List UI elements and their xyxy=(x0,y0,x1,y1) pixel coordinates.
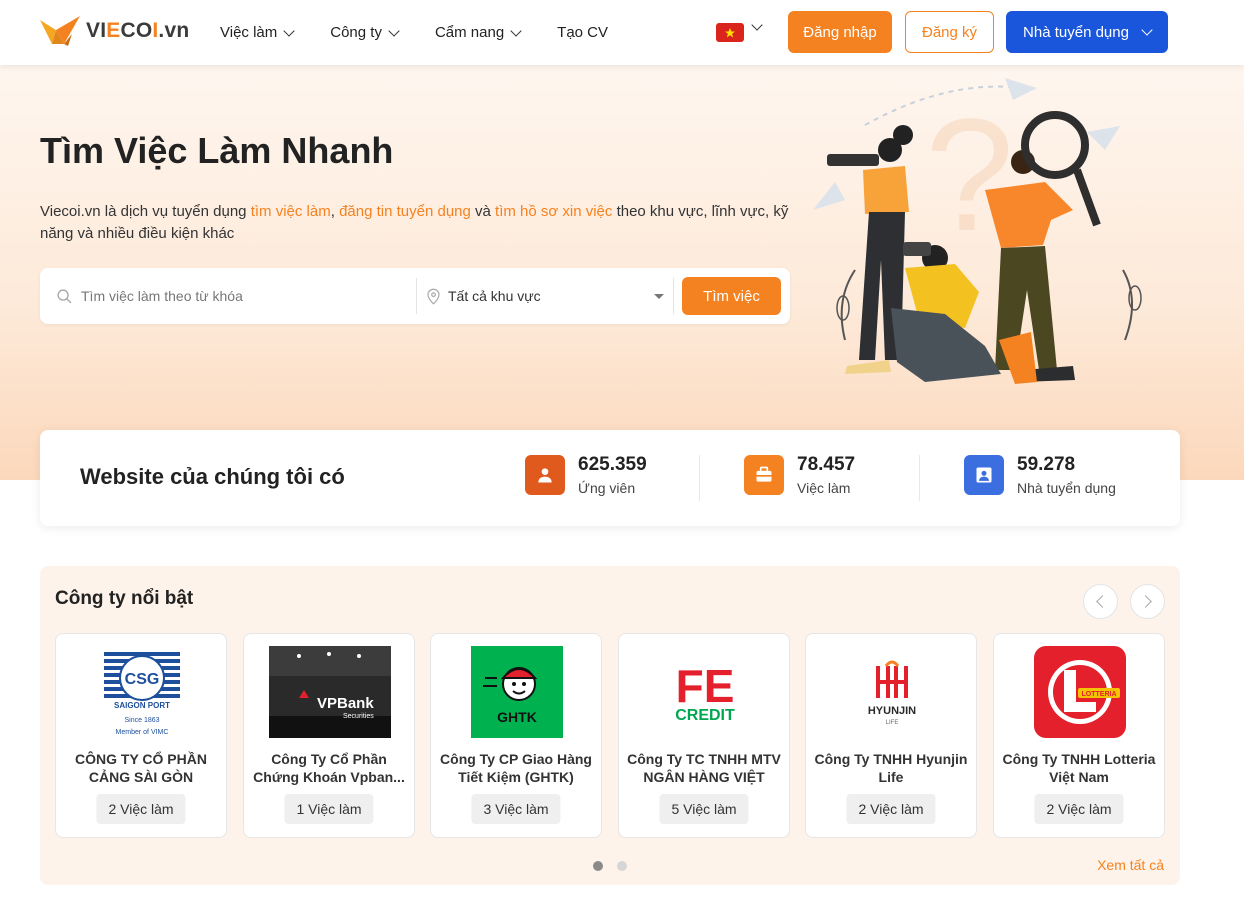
vpbank-securities-logo: VPBank Securities xyxy=(269,646,391,738)
company-card[interactable]: CSG SAIGON PORT Since 1863 Member of VIM… xyxy=(55,633,227,838)
vietnam-flag-icon[interactable] xyxy=(716,23,744,42)
company-name: Công Ty TC TNHH MTV NGÂN HÀNG VIỆT NA... xyxy=(627,751,781,785)
hero-title: Tìm Việc Làm Nhanh xyxy=(40,130,394,171)
company-name: Công Ty CP Giao Hàng Tiết Kiệm (GHTK) xyxy=(440,751,592,785)
main-nav: Việc làm Công ty Cẩm nang Tạo CV xyxy=(220,0,645,65)
company-name: CÔNG TY CỔ PHẦN CẢNG SÀI GÒN xyxy=(75,751,207,785)
search-button[interactable]: Tìm việc xyxy=(682,277,781,315)
link-dang-tin[interactable]: đăng tin tuyển dụng xyxy=(339,203,471,220)
fe-credit-logo: FE CREDIT xyxy=(659,646,751,738)
see-all-link[interactable]: Xem tất cả xyxy=(1097,857,1164,873)
carousel-next-button[interactable] xyxy=(1130,584,1165,619)
site-logo[interactable]: VIECOI.vn xyxy=(38,14,189,48)
nav-viec-lam[interactable]: Việc làm xyxy=(220,24,295,41)
svg-text:GHTK: GHTK xyxy=(497,709,537,725)
company-name: Công Ty TNHH Hyunjin Life xyxy=(814,751,968,785)
lotteria-logo: LOTTERIA xyxy=(1034,646,1126,738)
svg-text:FE: FE xyxy=(676,660,735,712)
saigon-port-logo: CSG SAIGON PORT Since 1863 Member of VIM… xyxy=(96,646,188,738)
svg-text:VPBank: VPBank xyxy=(317,695,374,712)
company-card[interactable]: HYUNJIN LIFE Công Ty TNHH Hyunjin Life 2… xyxy=(805,633,977,838)
logo-text: VIECOI.vn xyxy=(86,19,190,42)
svg-text:LIFE: LIFE xyxy=(886,720,899,726)
stats-title: Website của chúng tôi có xyxy=(80,464,345,489)
svg-text:Since 1863: Since 1863 xyxy=(124,717,159,724)
carousel-prev-button[interactable] xyxy=(1083,584,1118,619)
svg-text:Member of VIMC: Member of VIMC xyxy=(116,729,169,736)
employer-menu-button[interactable]: Nhà tuyển dụng xyxy=(1006,11,1168,53)
featured-companies: Công ty nổi bật CSG SAIGON PORT Since 18… xyxy=(40,566,1180,885)
location-pin-icon xyxy=(427,288,440,305)
location-select[interactable]: Tất cả khu vực xyxy=(426,268,664,324)
employer-icon xyxy=(964,455,1004,495)
company-name: Công Ty TNHH Lotteria Việt Nam xyxy=(1002,751,1156,785)
register-button[interactable]: Đăng ký xyxy=(905,11,994,53)
search-icon xyxy=(57,288,72,303)
nav-tao-cv[interactable]: Tạo CV xyxy=(557,24,608,41)
company-card[interactable]: GHTK Công Ty CP Giao Hàng Tiết Kiệm (GHT… xyxy=(430,633,602,838)
chevron-left-icon xyxy=(1096,595,1109,608)
link-tim-viec-lam[interactable]: tìm việc làm xyxy=(251,203,331,220)
carousel-dot[interactable] xyxy=(617,861,627,871)
hyunjin-life-logo: HYUNJIN LIFE xyxy=(846,646,938,738)
stat-employers: 59.278 Nhà tuyển dụng xyxy=(964,454,1116,496)
company-name: Công Ty Cổ Phần Chứng Khoán Vpban... xyxy=(253,751,405,785)
stat-candidates: 625.359 Ứng viên xyxy=(525,454,647,496)
job-count-badge[interactable]: 2 Việc làm xyxy=(96,794,186,824)
job-count-badge[interactable]: 2 Việc làm xyxy=(1034,794,1124,824)
language-chevron-icon[interactable] xyxy=(751,19,763,31)
section-title: Công ty nổi bật xyxy=(55,588,194,609)
job-count-badge[interactable]: 1 Việc làm xyxy=(284,794,374,824)
nav-cong-ty[interactable]: Công ty xyxy=(330,24,400,41)
header: VIECOI.vn Việc làm Công ty Cẩm nang Tạo … xyxy=(0,0,1244,65)
hero-description: Viecoi.vn là dịch vụ tuyển dụng tìm việc… xyxy=(40,203,789,242)
carousel-dot-active[interactable] xyxy=(593,861,603,871)
company-card[interactable]: VPBank Securities Công Ty Cổ Phần Chứng … xyxy=(243,633,415,838)
nav-cam-nang[interactable]: Cẩm nang xyxy=(435,24,522,41)
svg-text:Securities: Securities xyxy=(343,713,374,720)
svg-text:CREDIT: CREDIT xyxy=(675,707,735,724)
company-card[interactable]: FE CREDIT Công Ty TC TNHH MTV NGÂN HÀNG … xyxy=(618,633,790,838)
svg-text:HYUNJIN: HYUNJIN xyxy=(868,705,916,717)
search-input[interactable]: Tìm việc làm theo từ khóa xyxy=(56,268,416,324)
link-tim-ho-so[interactable]: tìm hồ sơ xin việc xyxy=(495,203,612,220)
svg-text:LOTTERIA: LOTTERIA xyxy=(1082,691,1117,698)
chevron-down-icon xyxy=(1141,24,1153,36)
caret-down-icon xyxy=(654,294,664,299)
chevron-down-icon xyxy=(510,24,522,37)
stat-jobs: 78.457 Việc làm xyxy=(744,454,855,496)
hero-illustration: ? xyxy=(813,78,1142,384)
origami-bird-icon xyxy=(40,16,80,46)
briefcase-icon xyxy=(744,455,784,495)
chevron-right-icon xyxy=(1139,595,1152,608)
chevron-down-icon xyxy=(388,24,400,37)
chevron-down-icon xyxy=(283,24,295,37)
job-search-bar: Tìm việc làm theo từ khóa Tất cả khu vực… xyxy=(40,268,790,324)
job-count-badge[interactable]: 3 Việc làm xyxy=(471,794,561,824)
company-card[interactable]: LOTTERIA Công Ty TNHH Lotteria Việt Nam … xyxy=(993,633,1165,838)
svg-text:CSG: CSG xyxy=(125,671,160,688)
login-button[interactable]: Đăng nhập xyxy=(788,11,892,53)
candidate-icon xyxy=(525,455,565,495)
job-count-badge[interactable]: 5 Việc làm xyxy=(659,794,749,824)
stats-card: Website của chúng tôi có 625.359 Ứng viên… xyxy=(40,430,1180,526)
svg-text:SAIGON PORT: SAIGON PORT xyxy=(114,701,170,710)
ghtk-logo: GHTK xyxy=(471,646,563,738)
job-count-badge[interactable]: 2 Việc làm xyxy=(846,794,936,824)
